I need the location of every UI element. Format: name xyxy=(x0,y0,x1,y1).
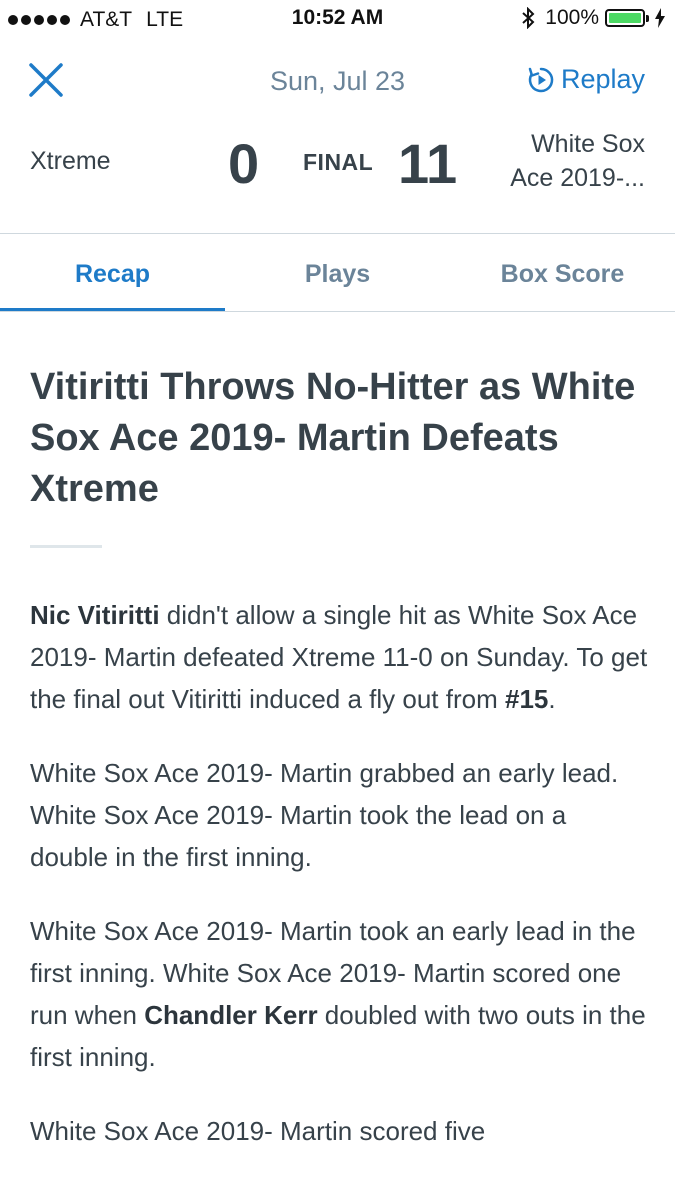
article-paragraph: Nic Vitiritti didn't allow a single hit … xyxy=(30,594,650,720)
home-team-name-line1: White Sox xyxy=(531,130,645,158)
tab-plays[interactable]: Plays xyxy=(225,234,450,312)
game-status: FINAL xyxy=(303,149,374,175)
article-paragraph: White Sox Ace 2019- Martin scored five xyxy=(30,1116,486,1146)
nav-header: Sun, Jul 23 Replay xyxy=(0,52,675,112)
battery-percent: 100% xyxy=(545,6,599,29)
away-team-name: Xtreme xyxy=(30,147,111,175)
status-bar: AT&T LTE 10:52 AM 100% xyxy=(0,0,675,38)
player-number: #15 xyxy=(504,684,549,714)
replay-icon xyxy=(528,67,554,92)
charging-icon xyxy=(655,8,665,28)
status-right: 100% xyxy=(521,6,665,30)
article-paragraph: White Sox Ace 2019- Martin took an early… xyxy=(30,910,650,1078)
tab-box-score[interactable]: Box Score xyxy=(450,234,675,312)
scoreboard: Xtreme 0 FINAL 11 White Sox Ace 2019-... xyxy=(0,125,675,225)
bluetooth-icon xyxy=(521,7,535,29)
replay-button[interactable]: Replay xyxy=(527,64,645,95)
paragraph-text: . xyxy=(548,684,556,714)
article-paragraph: White Sox Ace 2019- Martin grabbed an ea… xyxy=(30,758,619,872)
article-headline: Vitiritti Throws No-Hitter as White Sox … xyxy=(30,366,636,510)
home-team-name-line2: Ace 2019-... xyxy=(510,164,645,192)
tab-bar: Recap Plays Box Score xyxy=(0,234,675,312)
player-name: Nic Vitiritti xyxy=(30,600,160,630)
home-team-name: White Sox Ace 2019-... xyxy=(445,127,645,195)
away-team-score: 0 xyxy=(228,132,260,195)
battery-icon xyxy=(605,9,649,27)
headline-rule xyxy=(30,545,102,548)
player-name: Chandler Kerr xyxy=(144,1000,318,1030)
replay-label: Replay xyxy=(560,64,645,94)
recap-article: Vitiritti Throws No-Hitter as White Sox … xyxy=(30,362,650,1184)
tab-recap[interactable]: Recap xyxy=(0,234,225,312)
divider xyxy=(0,311,675,312)
